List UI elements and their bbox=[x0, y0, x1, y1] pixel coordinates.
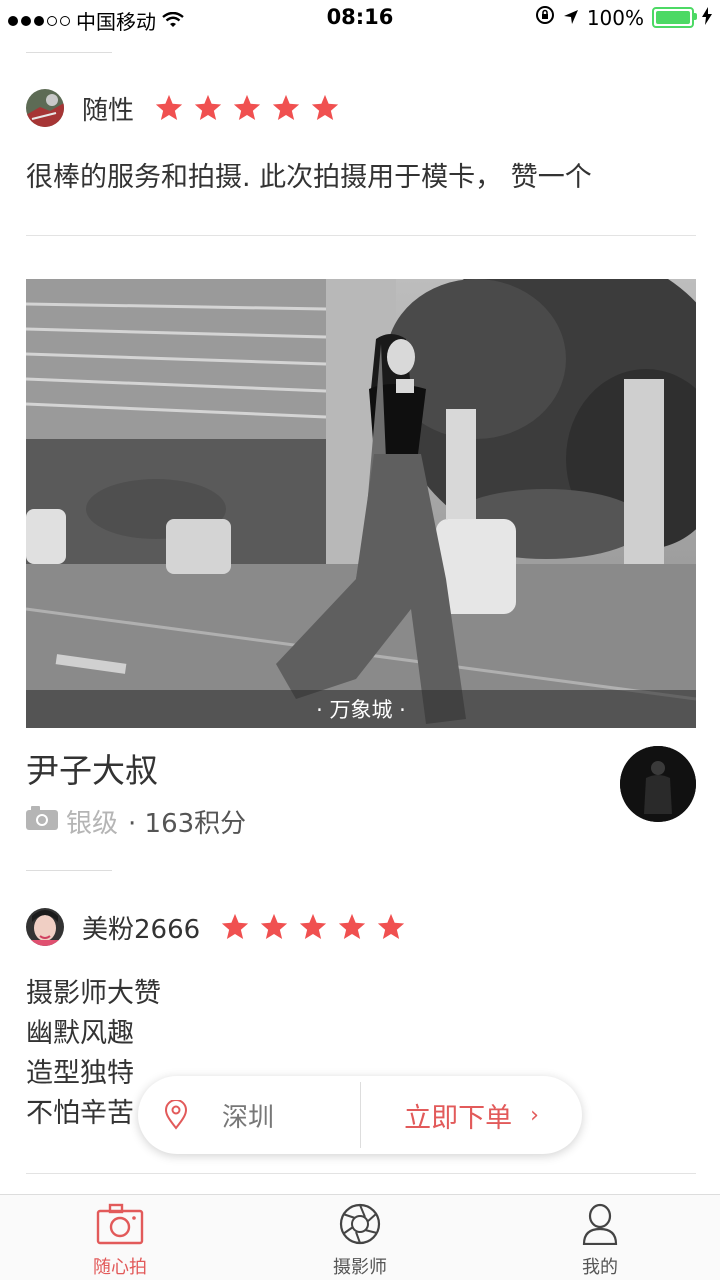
photographer-level: 银级 · 163积分 bbox=[26, 803, 246, 840]
review-line: 幽默风趣 bbox=[26, 1018, 134, 1049]
reviewer-avatar[interactable] bbox=[26, 908, 64, 946]
reviewer-name: 美粉2666 bbox=[82, 914, 201, 945]
battery-percent: 100% bbox=[586, 5, 644, 30]
level-label: 银级 bbox=[66, 809, 119, 839]
order-now-label: 立即下单 bbox=[404, 1102, 513, 1134]
tab-label: 我的 bbox=[582, 1257, 618, 1278]
star-icon bbox=[337, 912, 367, 942]
tab-label: 随心拍 bbox=[93, 1257, 147, 1278]
star-icon bbox=[271, 93, 301, 123]
star-icon bbox=[232, 93, 262, 123]
divider bbox=[26, 52, 112, 53]
review-text: 很棒的服务和拍摄. 此次拍摄用于模卡， 赞一个 bbox=[26, 158, 592, 198]
work-photo[interactable]: · 万象城 · bbox=[26, 279, 696, 728]
star-icon bbox=[154, 93, 184, 123]
charging-bolt-icon bbox=[702, 6, 712, 30]
camera-icon bbox=[96, 1203, 144, 1245]
points-label: · 163积分 bbox=[128, 809, 247, 839]
divider bbox=[26, 870, 112, 871]
rating-stars bbox=[220, 912, 406, 942]
tab-photographer[interactable]: 摄影师 bbox=[300, 1203, 420, 1279]
reviewer-avatar[interactable] bbox=[26, 89, 64, 127]
photographer-avatar[interactable] bbox=[620, 746, 696, 822]
city-selector[interactable]: 深圳 bbox=[138, 1076, 360, 1154]
camera-level-icon bbox=[26, 806, 58, 837]
star-icon bbox=[310, 93, 340, 123]
reviewer-name: 随性 bbox=[82, 95, 135, 126]
status-right: 100% bbox=[535, 5, 712, 30]
star-icon bbox=[193, 93, 223, 123]
photographer-name[interactable]: 尹子大叔 bbox=[26, 744, 158, 792]
star-icon bbox=[259, 912, 289, 942]
location-pin-icon bbox=[164, 1099, 188, 1130]
review-header: 美粉2666 bbox=[26, 908, 406, 946]
city-label: 深圳 bbox=[222, 1102, 275, 1133]
order-now-button[interactable]: 立即下单 › bbox=[361, 1076, 582, 1154]
star-icon bbox=[298, 912, 328, 942]
review-line: 摄影师大赞 bbox=[26, 978, 161, 1009]
review-line: 很棒的服务和拍摄. 此次拍摄用于模卡， 赞一个 bbox=[26, 162, 592, 193]
divider bbox=[26, 1173, 696, 1174]
battery-icon bbox=[652, 7, 697, 28]
photo-image bbox=[26, 279, 696, 728]
order-bar: 深圳 立即下单 › bbox=[138, 1076, 582, 1154]
photo-location-caption: · 万象城 · bbox=[26, 690, 696, 728]
status-bar: 中国移动 08:16 100% bbox=[0, 0, 720, 36]
review-header: 随性 bbox=[26, 89, 340, 127]
tab-mine[interactable]: 我的 bbox=[540, 1203, 660, 1279]
rating-stars bbox=[154, 93, 340, 123]
divider bbox=[26, 235, 696, 236]
tab-bar: 随心拍 摄影师 我的 bbox=[0, 1194, 720, 1280]
star-icon bbox=[220, 912, 250, 942]
person-icon bbox=[582, 1203, 618, 1245]
aperture-icon bbox=[339, 1203, 381, 1245]
location-arrow-icon bbox=[563, 6, 579, 30]
rotation-lock-icon bbox=[535, 5, 555, 30]
chevron-right-icon: › bbox=[530, 1102, 539, 1128]
app-screen: 中国移动 08:16 100% 随性 很棒的服务和拍摄. 此次拍摄用于模卡， 赞… bbox=[0, 0, 720, 1280]
star-icon bbox=[376, 912, 406, 942]
tab-label: 摄影师 bbox=[333, 1257, 387, 1278]
tab-suixinpai[interactable]: 随心拍 bbox=[60, 1203, 180, 1279]
